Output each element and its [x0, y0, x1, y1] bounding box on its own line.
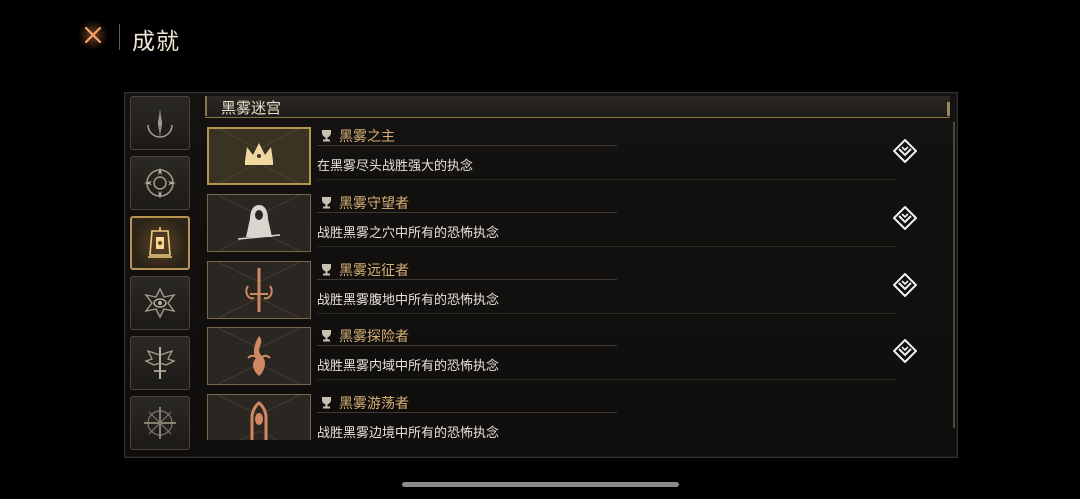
category-tab-3[interactable]: [130, 216, 190, 270]
section-header: 黑雾迷宫: [205, 96, 950, 118]
achievement-emblem: [207, 127, 311, 185]
achievement-title-bar: 黑雾远征者: [317, 261, 617, 280]
spiked-cross-icon: [144, 407, 176, 439]
achievement-title: 黑雾探险者: [339, 329, 409, 345]
category-tab-4[interactable]: [130, 276, 190, 330]
title-separator: [119, 24, 120, 50]
reward-button[interactable]: [893, 273, 917, 297]
category-tab-1[interactable]: [130, 96, 190, 150]
home-indicator[interactable]: [402, 482, 679, 487]
sword-emblem-icon: [217, 262, 301, 318]
achievement-emblem: [207, 327, 311, 385]
achievement-description: 战胜黑雾边境中所有的恐怖执念: [317, 426, 500, 440]
reward-diamond-icon: [893, 339, 917, 363]
achievement-row[interactable]: 黑雾游荡者 战胜黑雾边境中所有的恐怖执念: [207, 394, 893, 440]
achievement-title: 黑雾游荡者: [339, 396, 409, 412]
reward-button[interactable]: [893, 339, 917, 363]
achievement-emblem: [207, 261, 311, 319]
hand-emblem-icon: [217, 395, 301, 440]
achievement-title: 黑雾之主: [339, 129, 395, 145]
top-bar: 成就: [0, 0, 1080, 80]
trophy-icon: [322, 397, 331, 409]
winged-sword-icon: [144, 347, 176, 379]
reward-diamond-icon: [893, 273, 917, 297]
page-title: 成就: [132, 29, 180, 55]
achievement-title-bar: 黑雾探险者: [317, 327, 617, 346]
row-divider: [317, 246, 897, 247]
row-divider: [317, 179, 897, 180]
reward-button[interactable]: [893, 206, 917, 230]
category-tab-6[interactable]: [130, 396, 190, 450]
section-title: 黑雾迷宫: [221, 99, 282, 117]
category-tab-2[interactable]: [130, 156, 190, 210]
lantern-gate-icon: [148, 227, 172, 258]
close-x-icon: [84, 26, 102, 44]
trophy-icon: [322, 197, 331, 209]
header-left-accent: [205, 96, 207, 116]
list-scrollbar[interactable]: [953, 122, 955, 428]
row-divider: [317, 313, 897, 314]
achievement-emblem: [207, 394, 311, 440]
category-tab-5[interactable]: [130, 336, 190, 390]
achievement-emblem: [207, 194, 311, 252]
header-right-accent: [947, 102, 950, 116]
flame-emblem-icon: [217, 328, 301, 384]
crown-emblem-icon: [218, 129, 300, 183]
achievement-description: 战胜黑雾腹地中所有的恐怖执念: [317, 293, 500, 308]
achievement-title-bar: 黑雾之主: [317, 127, 617, 146]
hooded-figure-emblem-icon: [217, 195, 301, 251]
reward-diamond-icon: [893, 139, 917, 163]
quill-moon-icon: [147, 109, 173, 138]
achievement-title-bar: 黑雾守望者: [317, 194, 617, 213]
trophy-icon: [322, 264, 331, 276]
trophy-icon: [322, 330, 331, 342]
achievement-description: 在黑雾尽头战胜强大的执念: [317, 159, 474, 174]
close-button[interactable]: [78, 20, 108, 50]
reward-diamond-icon: [893, 206, 917, 230]
achievement-row[interactable]: 黑雾守望者 战胜黑雾之穴中所有的恐怖执念: [207, 194, 917, 252]
achievement-row[interactable]: 黑雾远征者 战胜黑雾腹地中所有的恐怖执念: [207, 261, 917, 319]
reward-button[interactable]: [893, 139, 917, 163]
compass-target-icon: [144, 167, 176, 199]
trophy-icon: [322, 130, 331, 142]
spiked-eye-icon: [144, 287, 176, 319]
achievement-title: 黑雾远征者: [339, 263, 409, 279]
achievement-row[interactable]: 黑雾之主 在黑雾尽头战胜强大的执念: [207, 127, 917, 185]
achievement-title-bar: 黑雾游荡者: [317, 394, 617, 413]
achievement-row[interactable]: 黑雾探险者 战胜黑雾内域中所有的恐怖执念: [207, 327, 917, 385]
achievement-description: 战胜黑雾之穴中所有的恐怖执念: [317, 226, 500, 241]
achievement-description: 战胜黑雾内域中所有的恐怖执念: [317, 359, 500, 374]
achievement-title: 黑雾守望者: [339, 196, 409, 212]
row-divider: [317, 379, 897, 380]
